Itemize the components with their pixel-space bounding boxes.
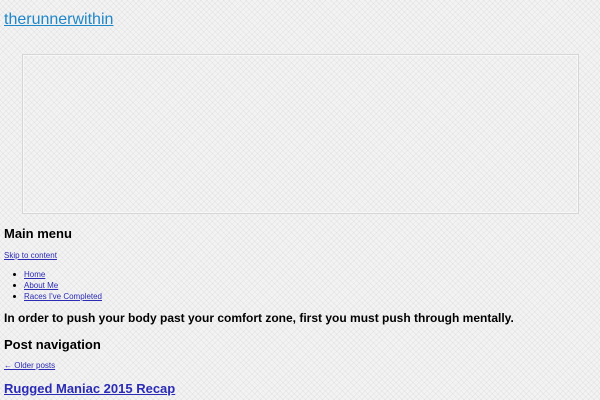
menu-link-races-completed[interactable]: Races I've Completed xyxy=(24,292,102,301)
menu-link-home[interactable]: Home xyxy=(24,270,45,279)
menu-item-home: Home xyxy=(12,269,102,280)
main-menu-heading: Main menu xyxy=(4,226,72,241)
site-title-link[interactable]: therunnerwithin xyxy=(4,11,113,28)
post-title-link[interactable]: Rugged Maniac 2015 Recap xyxy=(4,381,175,396)
post-navigation-heading: Post navigation xyxy=(4,337,101,352)
skip-to-content-link[interactable]: Skip to content xyxy=(4,251,57,261)
menu-link-about-me[interactable]: About Me xyxy=(24,281,58,290)
main-menu-list: Home About Me Races I've Completed xyxy=(12,269,102,302)
header-image-frame xyxy=(22,54,579,214)
older-posts-link[interactable]: ← Older posts xyxy=(4,361,55,371)
menu-item-about-me: About Me xyxy=(12,280,102,291)
site-tagline: In order to push your body past your com… xyxy=(4,311,514,325)
menu-item-races-completed: Races I've Completed xyxy=(12,291,102,302)
post-title: Rugged Maniac 2015 Recap xyxy=(4,381,175,397)
site-title: therunnerwithin xyxy=(4,10,113,30)
